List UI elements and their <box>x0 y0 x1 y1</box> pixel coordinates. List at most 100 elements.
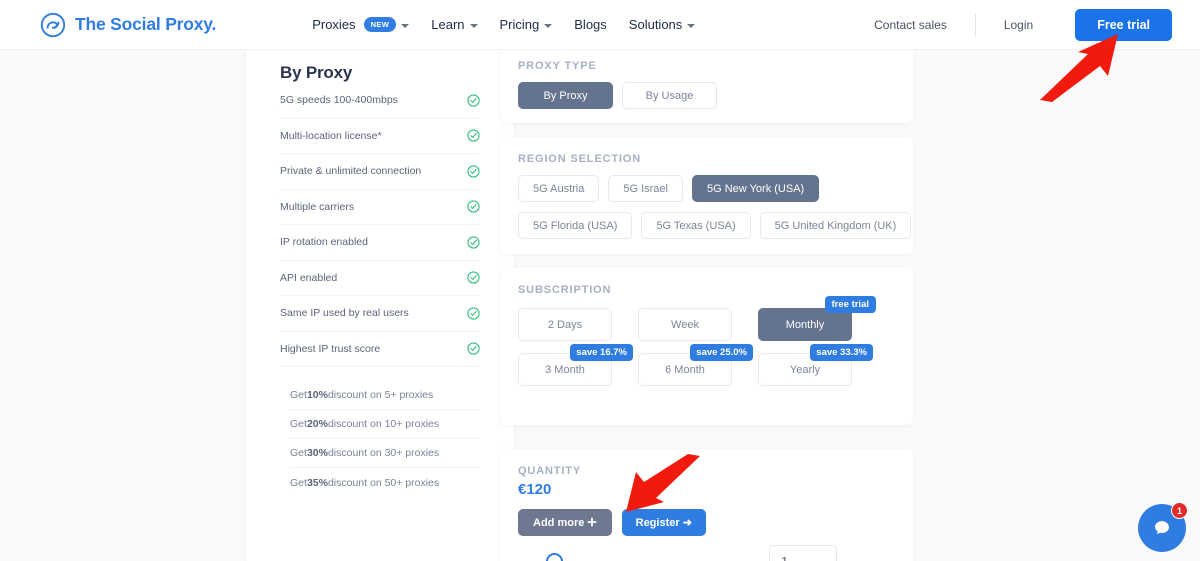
add-more-button[interactable]: Add more ✛ <box>518 509 612 536</box>
check-circle-icon <box>467 271 480 284</box>
spiral-logo-icon <box>40 12 66 38</box>
proxy-type-label: PROXY TYPE <box>518 60 597 72</box>
arrow-right-icon: ➜ <box>679 517 692 529</box>
region-option-texas[interactable]: 5G Texas (USA) <box>641 212 751 239</box>
register-label: Register <box>635 517 680 529</box>
region-option-new-york[interactable]: 5G New York (USA) <box>692 175 820 202</box>
check-circle-icon <box>467 200 480 213</box>
save-badge-yearly: save 33.3% <box>810 344 873 361</box>
main-navigation: Proxies NEW Learn Pricing Blogs Solution… <box>312 17 696 32</box>
chevron-down-icon <box>401 23 410 28</box>
site-header: The Social Proxy. Proxies NEW Learn Pric… <box>0 0 1200 50</box>
region-selection-panel: REGION SELECTION 5G Austria 5G Israel 5G… <box>500 137 913 254</box>
discount-row: Get 20% discount on 10+ proxies <box>290 410 480 439</box>
header-actions: Contact sales Login Free trial <box>874 8 1172 41</box>
nav-item-pricing[interactable]: Pricing <box>500 17 553 32</box>
chat-unread-badge: 1 <box>1171 502 1188 519</box>
region-options-row-2: 5G Florida (USA) 5G Texas (USA) 5G Unite… <box>518 212 913 239</box>
region-label: REGION SELECTION <box>518 153 641 165</box>
page-root: The Social Proxy. Proxies NEW Learn Pric… <box>0 0 1200 561</box>
chevron-down-icon <box>544 23 553 28</box>
check-circle-icon <box>467 94 480 107</box>
subscription-cell: 2 Days <box>518 308 638 341</box>
discount-suffix: discount on 50+ proxies <box>327 476 440 489</box>
region-options-row-1: 5G Austria 5G Israel 5G New York (USA) <box>518 175 913 202</box>
region-option-florida[interactable]: 5G Florida (USA) <box>518 212 633 239</box>
feature-row: API enabled <box>280 261 480 296</box>
discount-prefix: Get <box>290 476 307 489</box>
contact-sales-link[interactable]: Contact sales <box>874 18 947 32</box>
feature-label: Highest IP trust score <box>280 342 381 355</box>
subscription-option-2-days[interactable]: 2 Days <box>518 308 612 341</box>
nav-label-blogs: Blogs <box>574 17 607 32</box>
subscription-cell: 6 Month save 25.0% <box>638 344 758 386</box>
feature-label: IP rotation enabled <box>280 236 368 249</box>
subscription-panel: SUBSCRIPTION 2 Days Week Monthly free tr… <box>500 268 913 425</box>
free-trial-badge: free trial <box>824 296 876 313</box>
quantity-input[interactable] <box>769 545 837 561</box>
feature-label: Multiple carriers <box>280 200 355 213</box>
brand-logo[interactable]: The Social Proxy. <box>40 12 216 38</box>
proxy-type-option-by-proxy[interactable]: By Proxy <box>518 82 613 109</box>
nav-item-learn[interactable]: Learn <box>431 17 478 32</box>
check-circle-icon <box>467 129 480 142</box>
feature-label: Multi-location license* <box>280 129 382 142</box>
feature-label: 5G speeds 100-400mbps <box>280 94 398 107</box>
nav-label-pricing: Pricing <box>499 17 540 32</box>
chevron-down-icon <box>469 23 478 28</box>
subscription-options: 2 Days Week Monthly free trial 3 Month s… <box>518 296 913 386</box>
plus-icon: ✛ <box>584 517 597 529</box>
feature-row: Same IP used by real users <box>280 296 480 332</box>
check-circle-icon <box>467 165 480 178</box>
login-link[interactable]: Login <box>1004 18 1033 32</box>
plan-feature-card: By Proxy 5G speeds 100-400mbps Multi-loc… <box>246 44 514 561</box>
nav-label-proxies: Proxies <box>312 17 356 32</box>
discount-list: Get 10% discount on 5+ proxies Get 20% d… <box>246 381 514 497</box>
discount-suffix: discount on 30+ proxies <box>327 447 440 459</box>
free-trial-button[interactable]: Free trial <box>1075 8 1172 41</box>
nav-item-solutions[interactable]: Solutions <box>628 17 696 32</box>
chat-widget[interactable]: 1 <box>1138 502 1188 552</box>
subscription-cell: Yearly save 33.3% <box>758 344 878 386</box>
nav-item-blogs[interactable]: Blogs <box>574 17 607 32</box>
check-circle-icon <box>467 342 480 355</box>
discount-percent: 20% <box>306 418 328 430</box>
quantity-slider-row <box>546 545 913 561</box>
feature-row: Highest IP trust score <box>280 332 480 367</box>
quantity-actions: Add more ✛ Register ➜ <box>518 509 913 536</box>
discount-prefix: Get <box>290 447 307 459</box>
region-option-austria[interactable]: 5G Austria <box>518 175 600 202</box>
nav-item-proxies[interactable]: Proxies NEW <box>312 17 410 32</box>
discount-prefix: Get <box>290 389 307 401</box>
discount-percent: 30% <box>306 447 328 459</box>
feature-row: 5G speeds 100-400mbps <box>280 83 480 119</box>
new-badge: NEW <box>363 17 397 32</box>
quantity-panel: QUANTITY €120 Add more ✛ Register ➜ <box>500 449 913 561</box>
nav-label-learn: Learn <box>431 17 465 32</box>
save-badge-6-month: save 25.0% <box>690 344 753 361</box>
discount-row: Get 35% discount on 50+ proxies <box>290 468 480 497</box>
subscription-cell: Monthly free trial <box>758 296 878 341</box>
save-badge-3-month: save 16.7% <box>570 344 633 361</box>
check-circle-icon <box>467 307 480 320</box>
quantity-slider-handle[interactable] <box>546 553 563 561</box>
discount-suffix: discount on 5+ proxies <box>327 389 434 401</box>
feature-row: Multiple carriers <box>280 190 480 225</box>
discount-prefix: Get <box>290 418 307 430</box>
feature-label: Private & unlimited connection <box>280 165 422 178</box>
discount-suffix: discount on 10+ proxies <box>327 418 440 430</box>
region-option-united-kingdom[interactable]: 5G United Kingdom (UK) <box>759 212 912 239</box>
plan-title: By Proxy <box>280 63 353 82</box>
brand-name: The Social Proxy. <box>75 14 217 34</box>
proxy-type-panel: PROXY TYPE By Proxy By Usage <box>500 44 913 123</box>
nav-label-solutions: Solutions <box>628 17 683 32</box>
register-button[interactable]: Register ➜ <box>621 509 706 536</box>
region-option-israel[interactable]: 5G Israel <box>608 175 683 202</box>
subscription-option-week[interactable]: Week <box>638 308 732 341</box>
feature-row: Private & unlimited connection <box>280 154 480 190</box>
proxy-type-option-by-usage[interactable]: By Usage <box>622 82 717 109</box>
discount-percent: 35% <box>306 476 328 489</box>
discount-row: Get 30% discount on 30+ proxies <box>290 439 480 468</box>
check-circle-icon <box>467 236 480 249</box>
feature-row: Multi-location license* <box>280 119 480 154</box>
